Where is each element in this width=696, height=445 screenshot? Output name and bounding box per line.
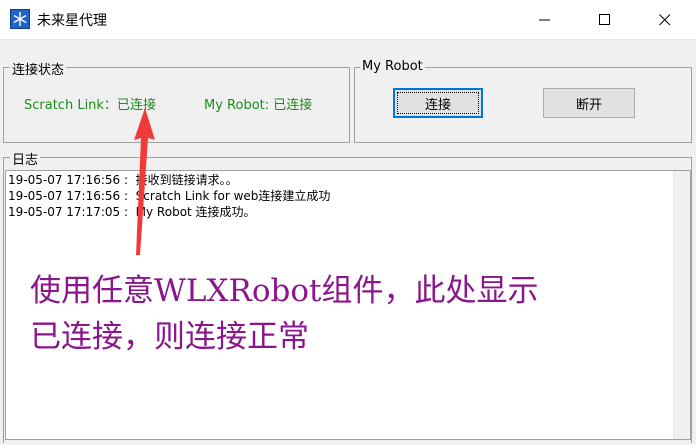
window-title: 未来星代理	[37, 13, 107, 29]
annotation-text: 使用任意WLXRobot组件，此处显示 已连接，则连接正常	[30, 268, 630, 360]
snowflake-icon	[10, 9, 30, 29]
maximize-icon	[599, 14, 610, 25]
close-button[interactable]	[640, 0, 690, 40]
minimize-icon	[539, 19, 550, 21]
my-robot-group-label: My Robot	[360, 59, 425, 74]
annotation-line-1: 使用任意WLXRobot组件，此处显示	[30, 273, 539, 309]
maximize-button[interactable]	[580, 0, 630, 40]
minimize-button[interactable]	[520, 0, 570, 40]
connection-status-label: 连接状态	[10, 59, 67, 78]
title-bar: 未来星代理	[0, 0, 696, 40]
disconnect-button[interactable]: 断开	[543, 88, 635, 118]
connect-button[interactable]: 连接	[393, 88, 483, 118]
disconnect-button-label: 断开	[575, 97, 602, 113]
my-robot-status: My Robot: 已连接	[204, 98, 313, 113]
annotation-arrow-icon	[134, 108, 155, 255]
log-group-label: 日志	[10, 149, 41, 168]
focus-rectangle	[397, 92, 479, 114]
close-icon	[659, 14, 671, 26]
annotation-line-2: 已连接，则连接正常	[30, 319, 309, 355]
vertical-scrollbar[interactable]	[673, 171, 690, 439]
